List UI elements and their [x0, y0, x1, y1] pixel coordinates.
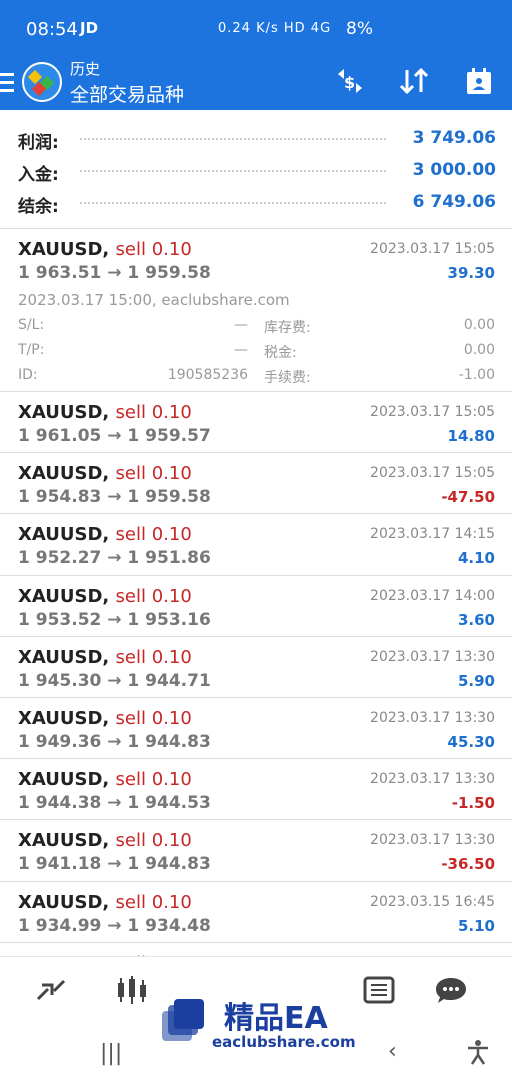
- summary-profit: 利润: 3 749.06: [18, 124, 496, 154]
- deal-symbol: XAUUSD, sell 0.10: [18, 463, 192, 484]
- app-bar: 历史 全部交易品种 $: [0, 56, 512, 110]
- deal-profit: -1.50: [451, 794, 495, 812]
- deal-item[interactable]: XAUUSD, sell 0.10 1 949.36 → 1 944.83 2023…: [0, 698, 512, 758]
- status-time: 08:54: [26, 19, 78, 40]
- deal-item[interactable]: XAUUSD, sell 0.10 1 961.05 → 1 959.57 2023…: [0, 392, 512, 452]
- deal-datetime: 2023.03.17 14:15: [370, 526, 495, 542]
- deal-profit: 5.90: [457, 672, 495, 690]
- deal-item[interactable]: XAUUSD, sell 0.10 1 952.27 → 1 951.86 2023…: [0, 514, 512, 574]
- detail-label: 库存费:: [264, 320, 311, 336]
- detail-label: ID:: [18, 367, 38, 383]
- trade-icon[interactable]: [34, 975, 70, 1005]
- deal-prices: 1 954.83 → 1 959.58: [18, 487, 211, 507]
- deal-datetime: 2023.03.17 13:30: [370, 710, 495, 726]
- deal-prices: 1 934.99 → 1 934.48: [18, 916, 211, 936]
- currency-sort-icon[interactable]: $: [334, 66, 366, 96]
- sort-updown-icon[interactable]: [398, 66, 430, 96]
- deal-profit: 3.60: [457, 611, 495, 629]
- deal-prices: 1 963.51 → 1 959.58: [18, 263, 211, 283]
- watermark-url: eaclubshare.com: [212, 1033, 356, 1051]
- deal-open-info: 2023.03.17 15:00, eaclubshare.com: [18, 291, 290, 309]
- watermark-title: 精品EA: [224, 1001, 328, 1036]
- symbol-filter[interactable]: 全部交易品种: [70, 80, 184, 107]
- deal-datetime: 2023.03.17 15:05: [370, 465, 495, 481]
- deal-symbol: XAUUSD, sell 0.10: [18, 524, 192, 545]
- deal-datetime: 2023.03.17 14:00: [370, 588, 495, 604]
- deal-item[interactable]: XAUUSD, sell 0.10 1 954.83 → 1 959.58 2023…: [0, 453, 512, 513]
- summary-panel: 利润: 3 749.06 入金: 3 000.00 结余: 6 749.06: [0, 110, 512, 228]
- status-right-info: 0.24 K/s HD 4G: [218, 21, 332, 36]
- detail-value: 190585236: [167, 367, 248, 383]
- deal-symbol: XAUUSD, sell 0.10: [18, 586, 192, 607]
- deal-profit: -36.50: [441, 855, 495, 873]
- deal-profit: 45.30: [447, 733, 495, 751]
- summary-deposit: 入金: 3 000.00: [18, 156, 496, 186]
- summary-label: 入金:: [18, 165, 59, 185]
- deal-symbol: XAUUSD, sell 0.10: [18, 402, 192, 423]
- detail-label: S/L:: [18, 317, 45, 333]
- status-left-icons: JD: [80, 19, 99, 37]
- recent-apps-icon[interactable]: |||: [100, 1041, 122, 1066]
- detail-value: —: [234, 317, 248, 333]
- deal-prices: 1 953.52 → 1 953.16: [18, 610, 211, 630]
- deal-prices: 1 949.36 → 1 944.83: [18, 732, 211, 752]
- summary-value: 3 000.00: [412, 160, 496, 180]
- deal-symbol: XAUUSD, sell 0.10: [18, 647, 192, 668]
- deal-item[interactable]: XAUUSD, sell 0.10 1 941.18 → 1 944.83 2023…: [0, 820, 512, 880]
- deal-item[interactable]: XAUUSD, sell 0.10 1 944.38 → 1 944.53 2023…: [0, 759, 512, 819]
- detail-label: T/P:: [18, 342, 45, 358]
- deal-prices: 1 952.27 → 1 951.86: [18, 548, 211, 568]
- detail-value: 0.00: [463, 317, 495, 333]
- deal-datetime: 2023.03.17 15:05: [370, 404, 495, 420]
- summary-balance: 结余: 6 749.06: [18, 188, 496, 218]
- deal-item[interactable]: XAUUSD, sell 0.10 1 945.30 → 1 944.71 2023…: [0, 637, 512, 697]
- deal-profit: 39.30: [447, 264, 495, 282]
- summary-value: 3 749.06: [412, 128, 496, 148]
- news-icon[interactable]: [362, 975, 398, 1005]
- deal-prices: 1 945.30 → 1 944.71: [18, 671, 211, 691]
- deal-prices: 1 944.38 → 1 944.53: [18, 793, 211, 813]
- accessibility-icon[interactable]: [466, 1039, 490, 1071]
- page-title: 历史: [70, 60, 101, 78]
- summary-label: 利润:: [18, 133, 59, 153]
- calendar-icon[interactable]: [464, 66, 494, 96]
- svg-text:$: $: [344, 73, 355, 92]
- deal-profit: 5.10: [457, 917, 495, 935]
- watermark-logo: 精品EA eaclubshare.com: [156, 975, 356, 1075]
- deal-profit: 4.10: [457, 549, 495, 567]
- detail-value: -1.00: [458, 367, 495, 383]
- deal-datetime: 2023.03.17 13:30: [370, 649, 495, 665]
- deal-item-expanded[interactable]: XAUUSD, sell 0.10 1 963.51 → 1 959.58 20…: [0, 229, 512, 391]
- deal-item[interactable]: XAUUSD, sell 0.10 1 953.52 → 1 953.16 2023…: [0, 576, 512, 636]
- deal-symbol: XAUUSD, sell 0.10: [18, 830, 192, 851]
- status-bar: 08:54 JD 0.24 K/s HD 4G 8%: [0, 0, 512, 56]
- summary-value: 6 749.06: [412, 192, 496, 212]
- deal-prices: 1 961.05 → 1 959.57: [18, 426, 211, 446]
- deal-datetime: 2023.03.15 16:45: [370, 894, 495, 910]
- deal-symbol: XAUUSD, sell 0.10: [18, 239, 192, 260]
- summary-label: 结余:: [18, 197, 59, 217]
- deal-symbol: XAUUSD, sell 0.10: [18, 892, 192, 913]
- deal-profit: -47.50: [441, 488, 495, 506]
- chat-icon[interactable]: [434, 975, 470, 1005]
- chart-icon[interactable]: [114, 975, 150, 1005]
- deal-item[interactable]: XAUUSD, sell 0.10 1 934.99 → 1 934.48 2023…: [0, 882, 512, 942]
- deal-symbol: XAUUSD, sell 0.10: [18, 769, 192, 790]
- deal-profit: 14.80: [447, 427, 495, 445]
- deal-symbol: XAUUSD, sell 0.10: [18, 708, 192, 729]
- app-logo: [22, 62, 62, 102]
- back-icon[interactable]: ‹: [388, 1039, 397, 1064]
- deal-prices: 1 941.18 → 1 944.83: [18, 854, 211, 874]
- detail-label: 税金:: [264, 345, 297, 361]
- detail-label: 手续费:: [264, 370, 311, 386]
- detail-value: —: [234, 342, 248, 358]
- menu-icon[interactable]: [0, 68, 14, 98]
- deal-datetime: 2023.03.17 13:30: [370, 832, 495, 848]
- deal-datetime: 2023.03.17 13:30: [370, 771, 495, 787]
- detail-value: 0.00: [463, 342, 495, 358]
- battery-level: 8%: [346, 19, 373, 39]
- deal-datetime: 2023.03.17 15:05: [370, 241, 495, 257]
